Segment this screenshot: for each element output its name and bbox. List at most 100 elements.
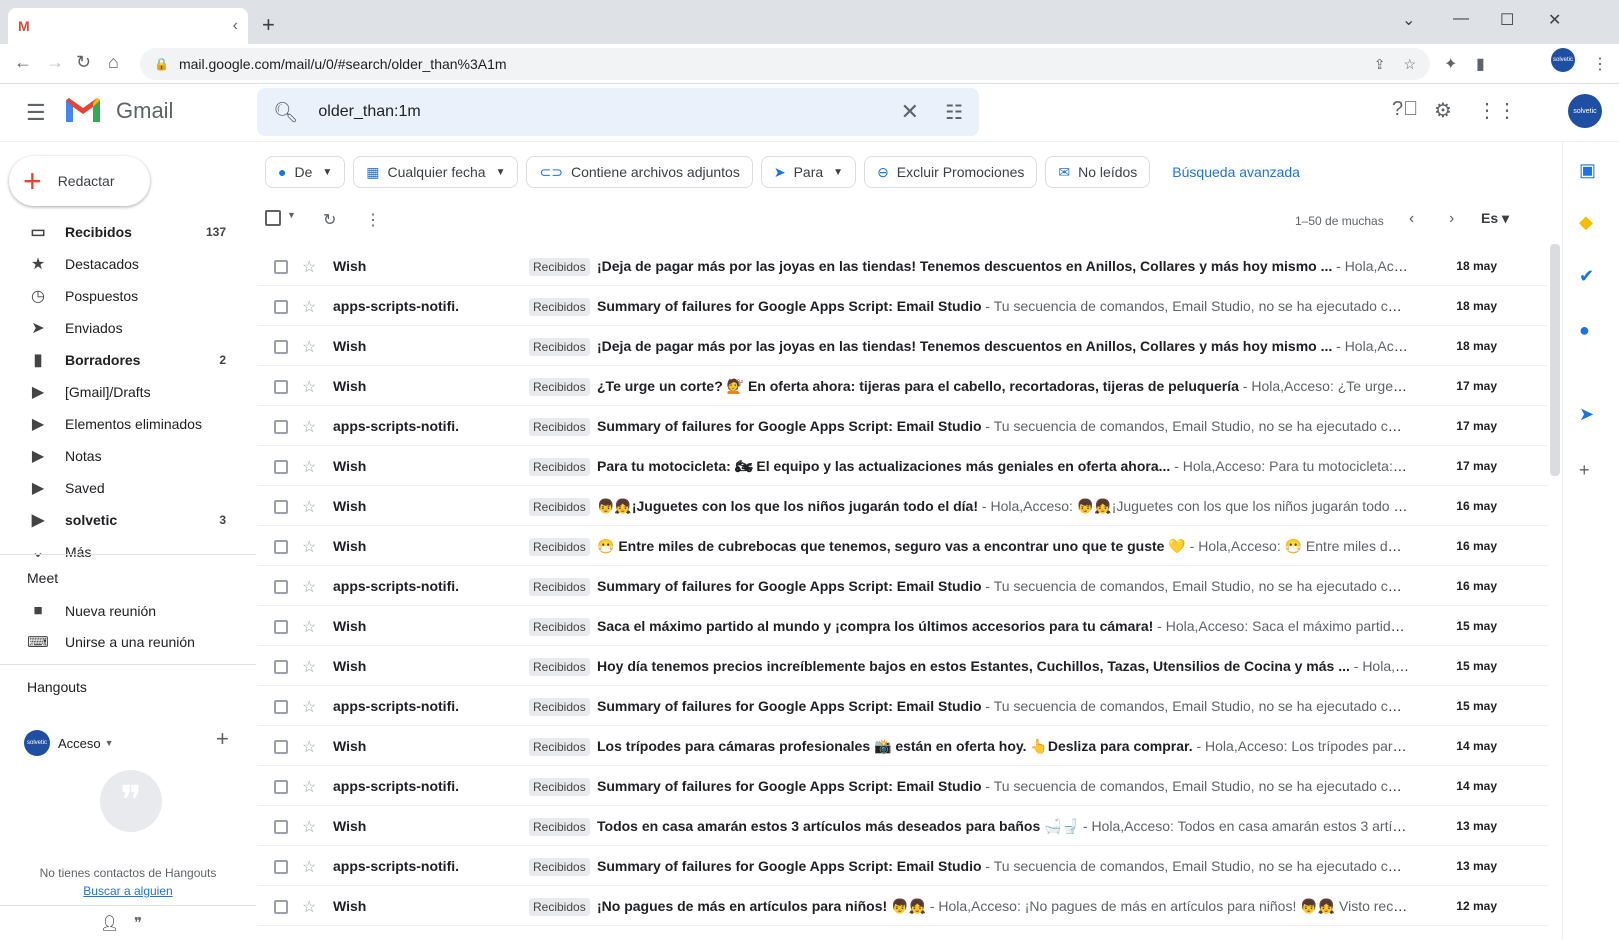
email-row[interactable]: ☆ Wish Recibidos ¡No pagues de más en artíc… bbox=[257, 886, 1548, 926]
browser-menu-icon[interactable]: ⋮ bbox=[1592, 54, 1608, 74]
share-icon[interactable]: ⇪ bbox=[1374, 56, 1386, 73]
hangouts-user[interactable]: solvetic Acceso ▼ bbox=[24, 730, 114, 756]
email-row[interactable]: ☆ Wish Recibidos ¿Te urge un corte? 💇 En of… bbox=[257, 366, 1548, 406]
contacts-person-icon[interactable]: 👤︎ bbox=[100, 914, 119, 932]
sidebar-item[interactable]: ▭ Recibidos 137 bbox=[0, 216, 256, 248]
email-row[interactable]: ☆ Wish Recibidos 👦👧¡Juguetes con los que lo… bbox=[257, 486, 1548, 526]
add-hangouts-icon[interactable]: + bbox=[216, 726, 229, 752]
email-label-badge[interactable]: Recibidos bbox=[529, 898, 590, 916]
back-icon[interactable]: ← bbox=[14, 52, 32, 73]
search-bar[interactable]: 🔍︎ older_than:1m ✕ ☷ bbox=[257, 88, 979, 136]
filter-attachments-chip[interactable]: ⊂⊃ Contiene archivos adjuntos bbox=[526, 156, 753, 188]
row-checkbox[interactable] bbox=[274, 300, 288, 314]
new-tab-button[interactable]: + bbox=[262, 12, 275, 38]
filter-from-chip[interactable]: ● De ▼ bbox=[265, 156, 346, 188]
sidebar-item[interactable]: ★ Destacados bbox=[0, 248, 256, 280]
settings-gear-icon[interactable]: ⚙ bbox=[1434, 98, 1452, 123]
row-checkbox[interactable] bbox=[274, 500, 288, 514]
advanced-search-link[interactable]: Búsqueda avanzada bbox=[1172, 164, 1300, 180]
side-panel-icon[interactable]: ▮ bbox=[1476, 54, 1485, 74]
browser-tab[interactable]: M ‹ bbox=[8, 8, 248, 44]
row-checkbox[interactable] bbox=[274, 860, 288, 874]
row-checkbox[interactable] bbox=[274, 660, 288, 674]
tab-close-icon[interactable]: ‹ bbox=[233, 17, 238, 35]
addon-send-icon[interactable]: ➤ bbox=[1579, 404, 1594, 425]
sidebar-item[interactable]: ▮ Borradores 2 bbox=[0, 344, 256, 376]
sidebar-item[interactable]: ⌄ Más bbox=[0, 536, 256, 568]
star-icon[interactable]: ☆ bbox=[302, 617, 316, 637]
row-checkbox[interactable] bbox=[274, 380, 288, 394]
email-row[interactable]: ☆ Wish Recibidos Todos en casa amarán estos… bbox=[257, 806, 1548, 846]
sidebar-item[interactable]: ▶ [Gmail]/Drafts bbox=[0, 376, 256, 408]
next-page-icon[interactable]: › bbox=[1449, 210, 1454, 228]
row-checkbox[interactable] bbox=[274, 340, 288, 354]
email-row[interactable]: ☆ Wish Recibidos ¡Deja de pagar más por las… bbox=[257, 326, 1548, 366]
row-checkbox[interactable] bbox=[274, 580, 288, 594]
row-checkbox[interactable] bbox=[274, 420, 288, 434]
calendar-app-icon[interactable]: ▣ bbox=[1579, 160, 1596, 181]
apps-grid-icon[interactable]: ⋮⋮ bbox=[1477, 98, 1517, 123]
email-label-badge[interactable]: Recibidos bbox=[529, 778, 590, 796]
find-someone-link[interactable]: Buscar a alguien bbox=[0, 884, 256, 898]
email-row[interactable]: ☆ Wish Recibidos Hoy día tenemos precios in… bbox=[257, 646, 1548, 686]
select-all-checkbox[interactable] bbox=[265, 210, 281, 226]
minimize-button[interactable]: — bbox=[1453, 10, 1469, 28]
email-label-badge[interactable]: Recibidos bbox=[529, 738, 590, 756]
email-label-badge[interactable]: Recibidos bbox=[529, 498, 590, 516]
tab-search-icon[interactable]: ⌄ bbox=[1402, 10, 1415, 30]
star-icon[interactable]: ☆ bbox=[302, 377, 316, 397]
email-label-badge[interactable]: Recibidos bbox=[529, 698, 590, 716]
email-row[interactable]: ☆ apps-scripts-notifi. Recibidos Summary of… bbox=[257, 766, 1548, 806]
email-label-badge[interactable]: Recibidos bbox=[529, 338, 590, 356]
compose-button[interactable]: + Redactar bbox=[9, 156, 150, 206]
row-checkbox[interactable] bbox=[274, 820, 288, 834]
input-language-selector[interactable]: Es ▾ bbox=[1481, 210, 1509, 227]
row-checkbox[interactable] bbox=[274, 740, 288, 754]
star-icon[interactable]: ☆ bbox=[302, 697, 316, 717]
email-row[interactable]: ☆ apps-scripts-notifi. Recibidos Summary of… bbox=[257, 406, 1548, 446]
row-checkbox[interactable] bbox=[274, 900, 288, 914]
email-label-badge[interactable]: Recibidos bbox=[529, 618, 590, 636]
email-row[interactable]: ☆ apps-scripts-notifi. Recibidos Summary of… bbox=[257, 286, 1548, 326]
sidebar-item[interactable]: ▶ solvetic 3 bbox=[0, 504, 256, 536]
filter-date-chip[interactable]: ▦ Cualquier fecha ▼ bbox=[353, 156, 519, 188]
get-addons-icon[interactable]: + bbox=[1579, 460, 1590, 481]
email-row[interactable]: ☆ Wish Recibidos ¡Deja de pagar más por las… bbox=[257, 246, 1548, 286]
email-row[interactable]: ☆ Wish Recibidos Para tu motocicleta: 🏍 El … bbox=[257, 446, 1548, 486]
browser-profile-avatar[interactable]: solvetic bbox=[1551, 48, 1575, 72]
extensions-icon[interactable]: ✦ bbox=[1444, 54, 1457, 74]
row-checkbox[interactable] bbox=[274, 540, 288, 554]
search-icon[interactable]: 🔍︎ bbox=[273, 100, 298, 125]
maximize-button[interactable]: ☐ bbox=[1500, 10, 1514, 30]
email-label-badge[interactable]: Recibidos bbox=[529, 418, 590, 436]
star-icon[interactable]: ☆ bbox=[302, 417, 316, 437]
sidebar-item[interactable]: ◷ Pospuestos bbox=[0, 280, 256, 312]
scrollbar[interactable] bbox=[1550, 244, 1560, 476]
search-input[interactable]: older_than:1m bbox=[318, 103, 420, 121]
star-icon[interactable]: ☆ bbox=[302, 497, 316, 517]
email-label-badge[interactable]: Recibidos bbox=[529, 538, 590, 556]
star-icon[interactable]: ☆ bbox=[302, 457, 316, 477]
star-icon[interactable]: ☆ bbox=[302, 537, 316, 557]
email-row[interactable]: ☆ Wish Recibidos 😷 Entre miles de cubreboca… bbox=[257, 526, 1548, 566]
email-label-badge[interactable]: Recibidos bbox=[529, 378, 590, 396]
home-icon[interactable]: ⌂ bbox=[108, 52, 119, 73]
email-label-badge[interactable]: Recibidos bbox=[529, 298, 590, 316]
close-window-button[interactable]: ✕ bbox=[1548, 10, 1561, 30]
address-bar[interactable]: 🔒 mail.google.com/mail/u/0/#search/older… bbox=[140, 48, 1430, 80]
email-label-badge[interactable]: Recibidos bbox=[529, 258, 590, 276]
star-icon[interactable]: ☆ bbox=[302, 337, 316, 357]
star-icon[interactable]: ☆ bbox=[302, 257, 316, 277]
star-icon[interactable]: ☆ bbox=[302, 577, 316, 597]
tasks-app-icon[interactable]: ✔ bbox=[1579, 266, 1594, 287]
email-row[interactable]: ☆ apps-scripts-notifi. Recibidos Summary of… bbox=[257, 686, 1548, 726]
reload-icon[interactable]: ↻ bbox=[76, 52, 91, 73]
refresh-icon[interactable]: ↻ bbox=[323, 210, 336, 230]
account-avatar[interactable]: solvetic bbox=[1568, 94, 1602, 128]
select-dropdown-icon[interactable]: ▼ bbox=[287, 210, 296, 220]
bookmark-star-icon[interactable]: ☆ bbox=[1403, 56, 1416, 73]
row-checkbox[interactable] bbox=[274, 620, 288, 634]
filter-to-chip[interactable]: ➤ Para ▼ bbox=[760, 156, 857, 188]
star-icon[interactable]: ☆ bbox=[302, 817, 316, 837]
star-icon[interactable]: ☆ bbox=[302, 297, 316, 317]
